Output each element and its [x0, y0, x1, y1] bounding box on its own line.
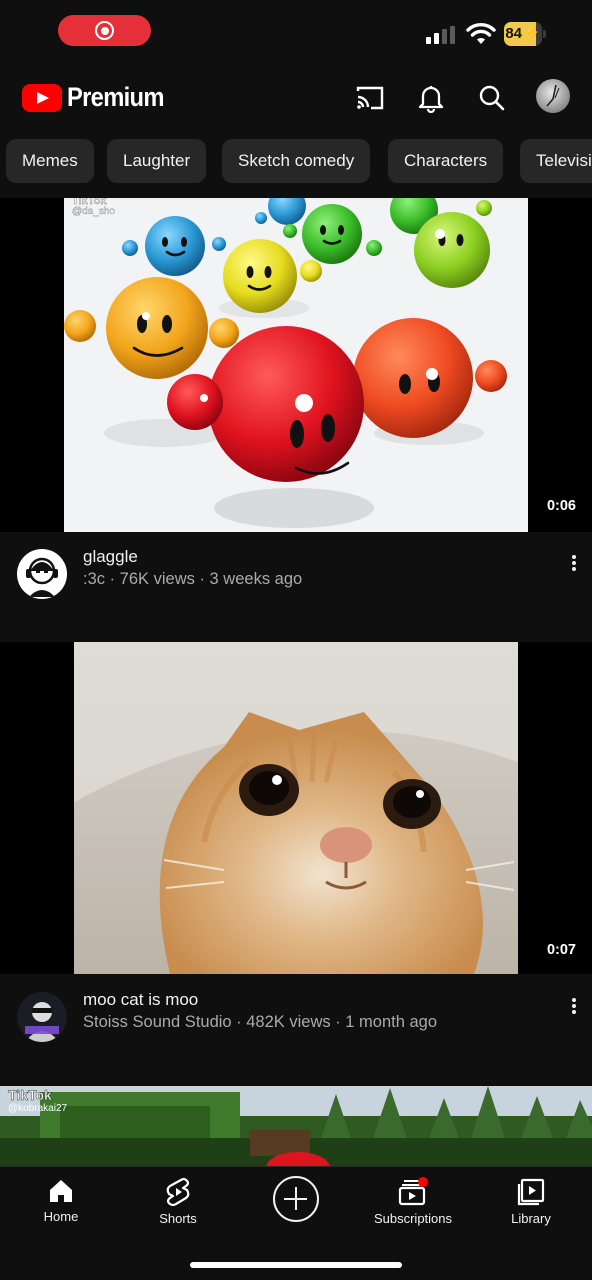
- home-icon: [50, 1180, 72, 1202]
- nav-subscriptions-label: Subscriptions: [373, 1211, 453, 1226]
- screen-recording-indicator[interactable]: [58, 15, 151, 46]
- video-details[interactable]: glaggle :3c · 76K views · 3 weeks ago: [0, 535, 592, 605]
- nav-library-label: Library: [511, 1211, 551, 1226]
- video-details[interactable]: moo cat is moo Stoiss Sound Studio · 482…: [0, 978, 592, 1048]
- tiktok-handle: @da_sho: [72, 206, 115, 217]
- nav-home[interactable]: Home: [11, 1177, 111, 1237]
- battery-indicator: 84⚡: [504, 22, 546, 46]
- youtube-premium-logo[interactable]: Premium: [22, 82, 177, 113]
- more-options-button[interactable]: [562, 994, 586, 1018]
- tiktok-watermark: TikTok: [8, 1087, 52, 1103]
- shorts-icon: [166, 1177, 190, 1207]
- channel-avatar-image: [26, 557, 58, 597]
- thumbnail-image-cat: [74, 642, 518, 974]
- chip-characters[interactable]: Characters: [388, 139, 504, 183]
- app-header: Premium: [0, 70, 592, 126]
- cast-icon: [356, 86, 384, 110]
- chip-memes[interactable]: Memes: [6, 139, 94, 183]
- charging-bolt-icon: ⚡: [522, 25, 541, 42]
- logo-text: Premium: [67, 82, 164, 112]
- nav-subscriptions[interactable]: Subscriptions: [363, 1177, 463, 1237]
- library-icon: [517, 1178, 545, 1206]
- cellular-signal-icon: [426, 26, 455, 44]
- wifi-icon: [466, 23, 496, 44]
- more-options-button[interactable]: [562, 551, 586, 575]
- notifications-button[interactable]: [413, 80, 449, 116]
- record-icon: [95, 21, 114, 40]
- video-duration: 0:07: [546, 942, 576, 958]
- bell-icon: [418, 86, 444, 113]
- video-thumbnail[interactable]: TikTok @kobrakai27: [0, 1086, 592, 1166]
- thumbnail-image-smiley-balls: TikTok @da_sho: [64, 198, 528, 532]
- channel-avatar[interactable]: [17, 992, 67, 1042]
- nav-library[interactable]: Library: [481, 1177, 581, 1237]
- video-duration: 0:06: [546, 498, 576, 514]
- search-button[interactable]: [474, 80, 510, 116]
- video-subtitle: Stoiss Sound Studio · 482K views · 1 mon…: [83, 1013, 438, 1031]
- status-bar: 84⚡: [0, 0, 592, 64]
- thumbnail-image-minecraft-forest: TikTok @kobrakai27: [0, 1086, 592, 1166]
- chip-laughter[interactable]: Laughter: [107, 139, 207, 183]
- nav-shorts-label: Shorts: [159, 1211, 197, 1226]
- notification-dot: [418, 1177, 428, 1187]
- chip-sketch-comedy[interactable]: Sketch comedy: [222, 139, 371, 183]
- chip-television[interactable]: Television: [520, 139, 592, 183]
- channel-avatar-image: [25, 1002, 59, 1042]
- account-avatar[interactable]: [536, 79, 570, 113]
- video-subtitle: :3c · 76K views · 3 weeks ago: [83, 570, 303, 588]
- tiktok-handle: @kobrakai27: [8, 1103, 68, 1114]
- nav-shorts[interactable]: Shorts: [128, 1177, 228, 1237]
- avatar-image: [546, 84, 560, 107]
- nav-home-label: Home: [43, 1209, 79, 1224]
- video-thumbnail[interactable]: TikTok @da_sho 0:06: [0, 198, 592, 532]
- video-title[interactable]: glaggle: [83, 547, 138, 567]
- channel-avatar[interactable]: [17, 549, 67, 599]
- cast-button[interactable]: [352, 80, 388, 116]
- video-thumbnail[interactable]: 0:07: [0, 642, 592, 974]
- video-title[interactable]: moo cat is moo: [83, 990, 198, 1010]
- home-indicator: [190, 1262, 402, 1268]
- create-button[interactable]: [273, 1176, 319, 1222]
- subscriptions-icon: [398, 1177, 428, 1206]
- search-icon: [479, 85, 505, 111]
- youtube-logo-icon: [22, 83, 62, 112]
- category-chips: Memes Laughter Sketch comedy Characters …: [0, 139, 592, 183]
